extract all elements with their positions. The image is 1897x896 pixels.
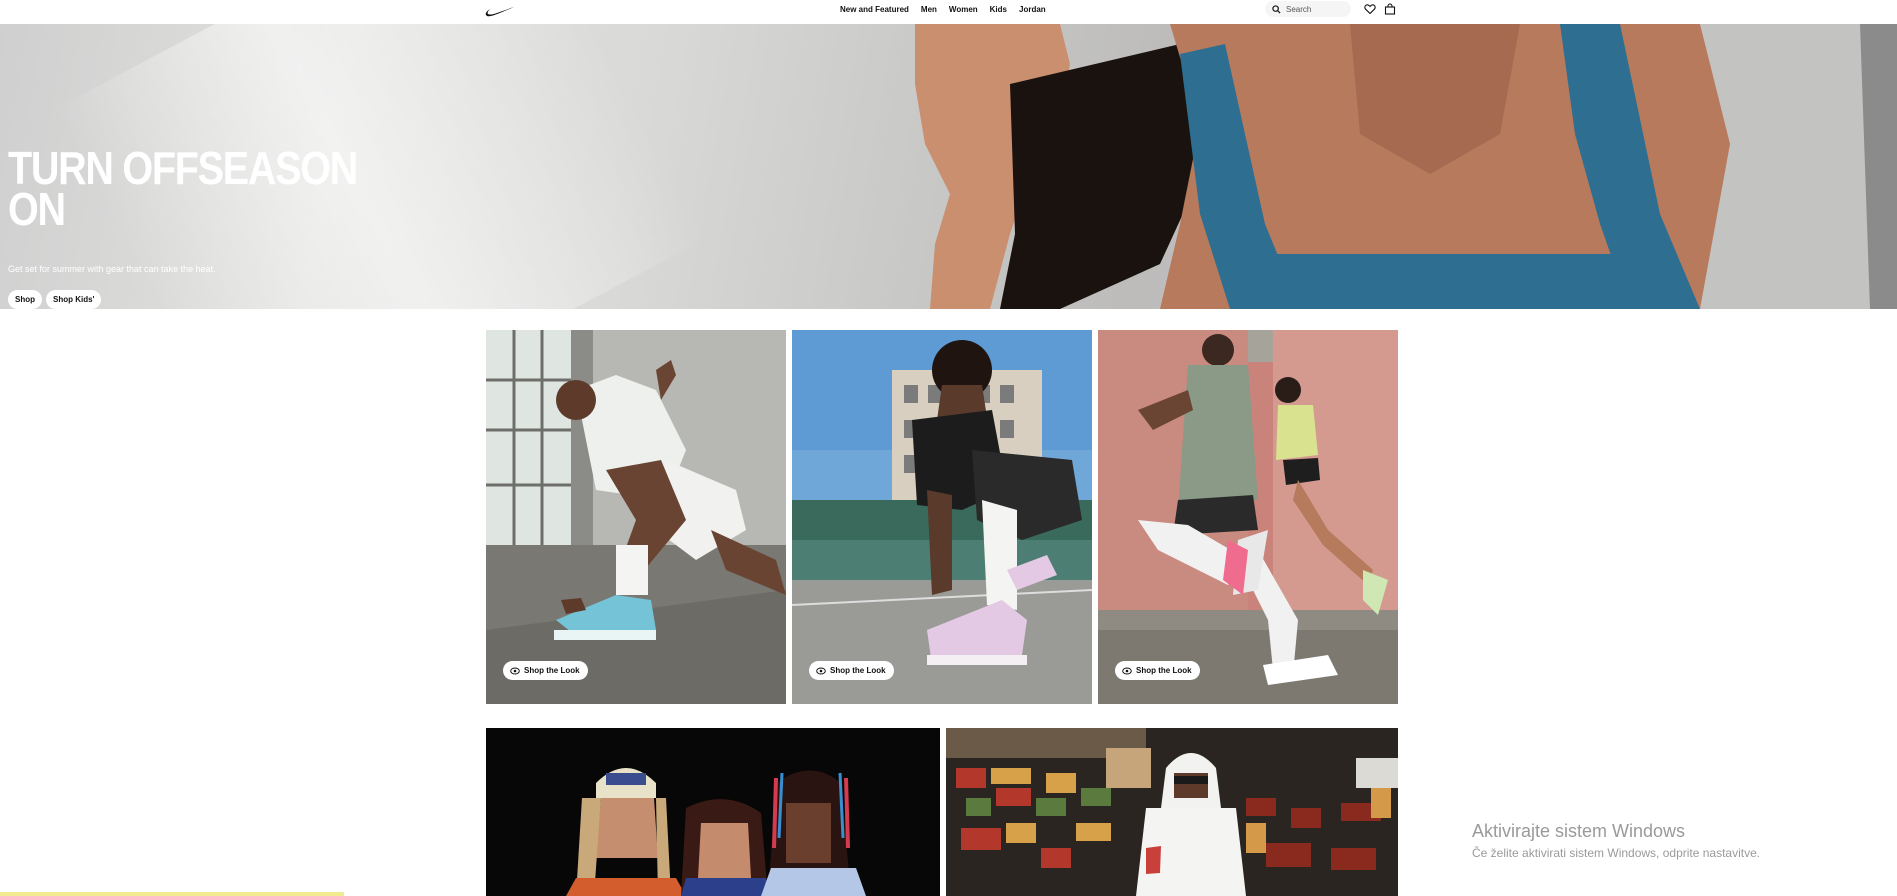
- heart-icon[interactable]: [1364, 3, 1376, 15]
- hero-buttons: Shop Shop Kids': [8, 290, 102, 309]
- nav-women[interactable]: Women: [949, 5, 978, 14]
- look-card-3[interactable]: Shop the Look: [1098, 330, 1398, 704]
- market-athlete-image: [946, 728, 1398, 896]
- promo-card-market[interactable]: [946, 728, 1398, 896]
- shop-the-look-button[interactable]: Shop the Look: [503, 661, 588, 680]
- nike-swoosh-logo[interactable]: [485, 4, 515, 18]
- shop-the-look-label: Shop the Look: [524, 666, 580, 675]
- top-navigation: New and Featured Men Women Kids Jordan: [0, 0, 1897, 24]
- watermark-subtitle: Če želite aktivirati sistem Windows, odp…: [1472, 846, 1761, 860]
- eye-icon: [816, 667, 826, 674]
- search-input[interactable]: [1286, 4, 1346, 14]
- nav-men[interactable]: Men: [921, 5, 937, 14]
- look-card-2[interactable]: Shop the Look: [792, 330, 1092, 704]
- watermark-title: Aktivirajte sistem Windows: [1472, 821, 1686, 841]
- nav-kids[interactable]: Kids: [990, 5, 1007, 14]
- shop-the-look-label: Shop the Look: [1136, 666, 1192, 675]
- hero-title: TURN OFFSEASON ON: [8, 142, 358, 235]
- group-portrait-image: [486, 728, 940, 896]
- nav-new-featured[interactable]: New and Featured: [840, 5, 909, 14]
- shop-the-look-button[interactable]: Shop the Look: [1115, 661, 1200, 680]
- shop-the-look-button[interactable]: Shop the Look: [809, 661, 894, 680]
- eye-icon: [510, 667, 520, 674]
- main-nav: New and Featured Men Women Kids Jordan: [840, 0, 1046, 18]
- shop-the-look-label: Shop the Look: [830, 666, 886, 675]
- bottom-banner-strip: [0, 892, 344, 896]
- search-icon: [1272, 4, 1281, 14]
- hero-banner: TURN OFFSEASON ON Get set for summer wit…: [0, 24, 1897, 309]
- eye-icon: [1122, 667, 1132, 674]
- bag-icon[interactable]: [1384, 3, 1396, 15]
- gym-athlete-image: [486, 330, 786, 704]
- look-card-1[interactable]: Shop the Look: [486, 330, 786, 704]
- search-box[interactable]: [1265, 1, 1351, 17]
- streetwear-athlete-image: [792, 330, 1092, 704]
- shop-button[interactable]: Shop: [8, 290, 42, 309]
- nav-jordan[interactable]: Jordan: [1019, 5, 1046, 14]
- hero-subtitle: Get set for summer with gear that can ta…: [8, 264, 216, 274]
- promo-card-group[interactable]: [486, 728, 940, 896]
- windows-activation-watermark: Aktivirajte sistem Windows Če želite akt…: [1472, 820, 1760, 862]
- shop-kids-button[interactable]: Shop Kids': [46, 290, 102, 309]
- runners-image: [1098, 330, 1398, 704]
